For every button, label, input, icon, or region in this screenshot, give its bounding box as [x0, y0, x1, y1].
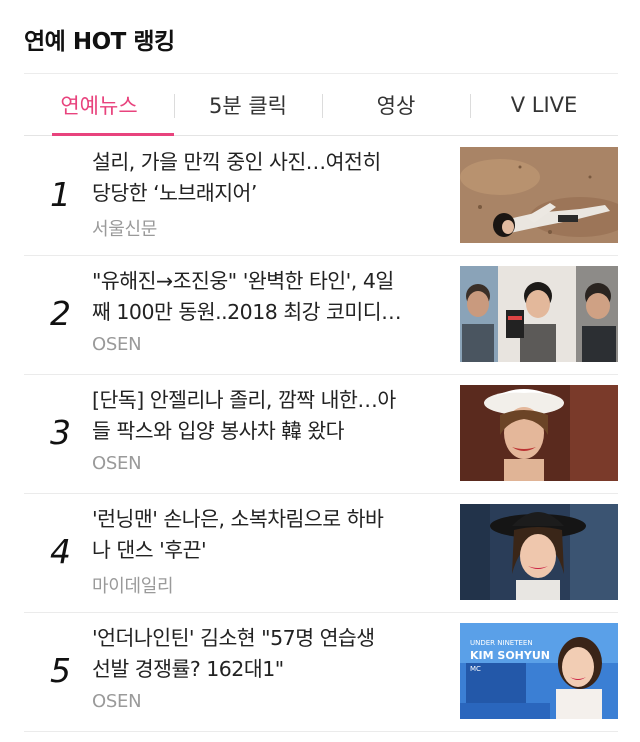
thumbnail-image	[460, 385, 618, 481]
article-thumbnail[interactable]: UNDER NINETEEN KIM SOHYUN MC	[460, 623, 618, 719]
article-thumbnail[interactable]	[460, 147, 618, 243]
hot-ranking-panel: 연예 HOT 랭킹 연예뉴스 5분 클릭 영상 V LIVE 1 설리, 가을 …	[0, 0, 640, 742]
article-source: OSEN	[92, 691, 142, 712]
list-item[interactable]: 4 '런닝맨' 손나은, 소복차림으로 하바 나 댄스 '후끈' 마이데일리	[24, 494, 618, 613]
article-thumbnail[interactable]	[460, 266, 618, 362]
title-line: 선발 경쟁률? 162대1"	[92, 657, 284, 681]
rank-number: 3	[50, 413, 71, 452]
title-line: '런닝맨' 손나은, 소복차림으로 하바	[92, 507, 384, 531]
title-line: '언더나인틴' 김소현 "57명 연습생	[92, 626, 375, 650]
title-line: 당당한 ‘노브래지어’	[92, 181, 257, 205]
list-item[interactable]: 3 [단독] 안젤리나 졸리, 깜짝 내한…아 들 팍스와 입양 봉사차 韓 왔…	[24, 375, 618, 494]
tab-separator	[322, 94, 323, 118]
article-source: OSEN	[92, 453, 142, 474]
article-thumbnail[interactable]	[460, 385, 618, 481]
rank-number: 4	[50, 532, 71, 571]
title-line: [단독] 안젤리나 졸리, 깜짝 내한…아	[92, 388, 396, 412]
tab-entertainment-news[interactable]: 연예뉴스	[24, 74, 174, 136]
rank-number: 1	[50, 175, 71, 214]
thumb-caption-line1: UNDER NINETEEN	[470, 639, 533, 647]
rank-number: 5	[50, 651, 71, 690]
tab-separator	[174, 94, 175, 118]
title-line: 째 100만 동원..2018 최강 코미디…	[92, 300, 402, 324]
article-title-link[interactable]: 설리, 가을 만끽 중인 사진…여전히 당당한 ‘노브래지어’	[92, 147, 446, 209]
list-item[interactable]: 1 설리, 가을 만끽 중인 사진…여전히 당당한 ‘노브래지어’ 서울신문	[24, 137, 618, 256]
article-source: OSEN	[92, 334, 142, 355]
ranking-list: 1 설리, 가을 만끽 중인 사진…여전히 당당한 ‘노브래지어’ 서울신문 2…	[24, 137, 618, 732]
tab-5min-click[interactable]: 5분 클릭	[174, 74, 322, 135]
section-title: 연예 HOT 랭킹	[24, 29, 175, 55]
title-line: 나 댄스 '후끈'	[92, 538, 207, 562]
list-item[interactable]: 2 "유해진→조진웅" '완벽한 타인', 4일 째 100만 동원..2018…	[24, 256, 618, 375]
tab-vlive[interactable]: V LIVE	[470, 74, 618, 135]
tab-label: 5분 클릭	[209, 93, 287, 118]
thumbnail-image	[460, 266, 618, 362]
title-line: 들 팍스와 입양 봉사차 韓 왔다	[92, 419, 345, 443]
tab-label: 연예뉴스	[60, 93, 138, 118]
list-item[interactable]: 5 '언더나인틴' 김소현 "57명 연습생 선발 경쟁률? 162대1" OS…	[24, 613, 618, 732]
thumbnail-image	[460, 147, 618, 243]
tab-bar: 연예뉴스 5분 클릭 영상 V LIVE	[24, 74, 618, 136]
title-line: "유해진→조진웅" '완벽한 타인', 4일	[92, 269, 394, 293]
tab-label: V LIVE	[510, 92, 578, 117]
rank-number: 2	[50, 294, 71, 333]
article-title-link[interactable]: "유해진→조진웅" '완벽한 타인', 4일 째 100만 동원..2018 최…	[92, 266, 446, 328]
article-title-link[interactable]: '런닝맨' 손나은, 소복차림으로 하바 나 댄스 '후끈'	[92, 504, 446, 566]
thumb-caption-line3: MC	[470, 665, 481, 673]
article-title-link[interactable]: '언더나인틴' 김소현 "57명 연습생 선발 경쟁률? 162대1"	[92, 623, 446, 685]
thumbnail-image: UNDER NINETEEN KIM SOHYUN MC	[460, 623, 618, 719]
article-title-link[interactable]: [단독] 안젤리나 졸리, 깜짝 내한…아 들 팍스와 입양 봉사차 韓 왔다	[92, 385, 446, 447]
article-source: 마이데일리	[92, 576, 174, 597]
title-line: 설리, 가을 만끽 중인 사진…여전히	[92, 150, 381, 174]
article-thumbnail[interactable]	[460, 504, 618, 600]
tab-video[interactable]: 영상	[322, 74, 470, 135]
thumbnail-image	[460, 504, 618, 600]
article-source: 서울신문	[92, 219, 158, 240]
thumb-caption-line2: KIM SOHYUN	[470, 649, 550, 662]
tab-separator	[470, 94, 471, 118]
tab-label: 영상	[376, 93, 416, 118]
